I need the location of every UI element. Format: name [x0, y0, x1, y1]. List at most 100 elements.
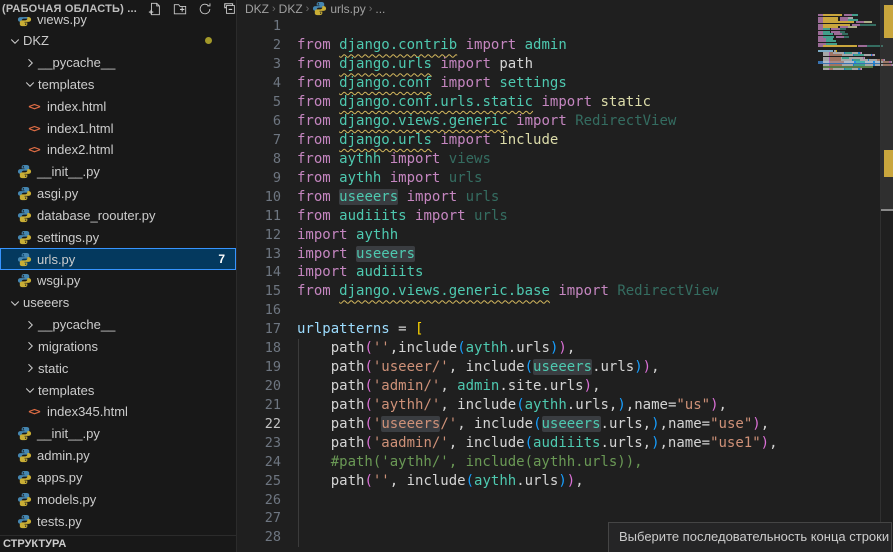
code-line-15[interactable]: 15from django.views.generic.base import … — [237, 282, 893, 301]
sidebar-item--pycache-[interactable]: __pycache__ — [0, 314, 236, 336]
sidebar-item-label: static — [38, 361, 68, 376]
vscode-window: views.pyDKZ__pycache__templates<>index.h… — [0, 0, 893, 552]
code-line-2[interactable]: 2from django.contrib import admin — [237, 36, 893, 55]
python-file-icon — [16, 491, 32, 507]
code-line-20[interactable]: 20 path('admin/', admin.site.urls), — [237, 377, 893, 396]
line-number: 9 — [237, 170, 281, 186]
explorer-sidebar: views.pyDKZ__pycache__templates<>index.h… — [0, 0, 237, 552]
code-line-14[interactable]: 14import audiiits — [237, 263, 893, 282]
sidebar-item-migrations[interactable]: migrations — [0, 335, 236, 357]
sidebar-item-label: urls.py — [37, 252, 75, 267]
breadcrumb-item[interactable]: ... — [375, 2, 385, 16]
code-line-6[interactable]: 6from django.views.generic import Redire… — [237, 112, 893, 131]
breadcrumb-item[interactable]: DKZ — [279, 2, 303, 16]
sidebar-item-urls-py[interactable]: urls.py7 — [0, 248, 236, 270]
chevron-right-icon[interactable] — [22, 338, 38, 354]
explorer-actions — [147, 1, 237, 17]
sidebar-item-index1-html[interactable]: <>index1.html — [0, 117, 236, 139]
chevron-down-icon[interactable] — [7, 295, 23, 311]
code-area[interactable]: 12from django.contrib import admin3from … — [237, 17, 893, 547]
sidebar-item-index-html[interactable]: <>index.html — [0, 95, 236, 117]
line-number: 3 — [237, 56, 281, 72]
line-number: 23 — [237, 435, 281, 451]
code-line-25[interactable]: 25 path('', include(aythh.urls)), — [237, 471, 893, 490]
sidebar-item-dkz[interactable]: DKZ — [0, 30, 236, 52]
code-line-22[interactable]: 22 path('useeers/', include(useeers.urls… — [237, 414, 893, 433]
chevron-down-icon[interactable] — [7, 33, 23, 49]
line-number: 16 — [237, 302, 281, 318]
line-content: import useeers — [297, 246, 415, 262]
sidebar-item-admin-py[interactable]: admin.py — [0, 445, 236, 467]
workspace-title: (РАБОЧАЯ ОБЛАСТЬ) ... — [2, 3, 137, 15]
new-file-icon[interactable] — [147, 1, 163, 17]
indent-guide — [298, 471, 299, 490]
python-file-icon — [16, 469, 32, 485]
html-file-icon: <> — [26, 142, 42, 158]
sidebar-item--init-py[interactable]: __init__.py — [0, 161, 236, 183]
structure-title: СТРУКТУРА — [0, 538, 66, 550]
indent-guide — [298, 395, 299, 414]
sidebar-item-templates[interactable]: templates — [0, 73, 236, 95]
line-content: from useeers import urls — [297, 189, 499, 205]
breadcrumb-separator: › — [272, 3, 276, 15]
code-line-3[interactable]: 3from django.urls import path — [237, 55, 893, 74]
breadcrumb-item[interactable]: DKZ — [245, 2, 269, 16]
sidebar-item-static[interactable]: static — [0, 357, 236, 379]
code-line-1[interactable]: 1 — [237, 17, 893, 36]
code-line-5[interactable]: 5from django.conf.urls.static import sta… — [237, 93, 893, 112]
code-line-9[interactable]: 9 from aythh import urls — [237, 168, 893, 187]
code-line-18[interactable]: 18 path('',include(aythh.urls)), — [237, 339, 893, 358]
code-line-7[interactable]: 7from django.urls import include — [237, 131, 893, 150]
code-line-26[interactable]: 26 — [237, 490, 893, 509]
modified-dot — [205, 37, 212, 44]
code-line-24[interactable]: 24 #path('aythh/', include(aythh.urls)), — [237, 452, 893, 471]
python-file-icon — [16, 164, 32, 180]
structure-section-header[interactable]: СТРУКТУРА — [0, 535, 236, 552]
sidebar-item-index2-html[interactable]: <>index2.html — [0, 139, 236, 161]
collapse-all-icon[interactable] — [222, 1, 237, 17]
sidebar-item-settings-py[interactable]: settings.py — [0, 226, 236, 248]
line-content: path('',include(aythh.urls)), — [297, 340, 575, 356]
sidebar-item-tests-py[interactable]: tests.py — [0, 510, 236, 532]
editor-pane[interactable]: DKZ›DKZ›urls.py›... 12from django.contri… — [237, 0, 893, 552]
sidebar-item--init-py[interactable]: __init__.py — [0, 423, 236, 445]
new-folder-icon[interactable] — [172, 1, 188, 17]
code-line-16[interactable]: 16 — [237, 301, 893, 320]
sidebar-item-useeers[interactable]: useeers — [0, 292, 236, 314]
line-content: from django.views.generic.base import Re… — [297, 283, 718, 299]
chevron-right-icon[interactable] — [22, 360, 38, 376]
sidebar-item-index345-html[interactable]: <>index345.html — [0, 401, 236, 423]
line-content: path('', include(aythh.urls)), — [297, 473, 584, 489]
code-line-13[interactable]: 13import useeers — [237, 244, 893, 263]
chevron-down-icon[interactable] — [22, 382, 38, 398]
editor-scrollbar[interactable] — [881, 0, 893, 552]
code-line-17[interactable]: 17urlpatterns = [ — [237, 320, 893, 339]
indent-guide — [298, 452, 299, 471]
sidebar-item-models-py[interactable]: models.py — [0, 488, 236, 510]
workspace-section-header[interactable]: (РАБОЧАЯ ОБЛАСТЬ) ... — [0, 0, 236, 17]
code-line-19[interactable]: 19 path('useeer/', include(useeers.urls)… — [237, 358, 893, 377]
code-line-4[interactable]: 4from django.conf import settings — [237, 74, 893, 93]
sidebar-item-apps-py[interactable]: apps.py — [0, 466, 236, 488]
sidebar-item-database-roouter-py[interactable]: database_roouter.py — [0, 204, 236, 226]
chevron-down-icon[interactable] — [22, 76, 38, 92]
code-line-21[interactable]: 21 path('aythh/', include(aythh.urls,),n… — [237, 395, 893, 414]
line-content: from aythh import urls — [297, 170, 482, 186]
refresh-icon[interactable] — [197, 1, 213, 17]
code-line-11[interactable]: 11from audiiits import urls — [237, 206, 893, 225]
line-number: 7 — [237, 132, 281, 148]
breadcrumb-item[interactable]: urls.py — [312, 1, 365, 16]
sidebar-item--pycache-[interactable]: __pycache__ — [0, 52, 236, 74]
sidebar-item-asgi-py[interactable]: asgi.py — [0, 183, 236, 205]
minimap[interactable] — [818, 12, 880, 132]
minimap-line — [818, 45, 883, 47]
chevron-right-icon[interactable] — [22, 55, 38, 71]
line-number: 18 — [237, 340, 281, 356]
sidebar-item-wsgi-py[interactable]: wsgi.py — [0, 270, 236, 292]
code-line-8[interactable]: 8from aythh import views — [237, 149, 893, 168]
code-line-23[interactable]: 23 path('aadmin/', include(audiiits.urls… — [237, 433, 893, 452]
chevron-right-icon[interactable] — [22, 317, 38, 333]
sidebar-item-templates[interactable]: templates — [0, 379, 236, 401]
code-line-12[interactable]: 12import aythh — [237, 225, 893, 244]
code-line-10[interactable]: 10from useeers import urls — [237, 187, 893, 206]
